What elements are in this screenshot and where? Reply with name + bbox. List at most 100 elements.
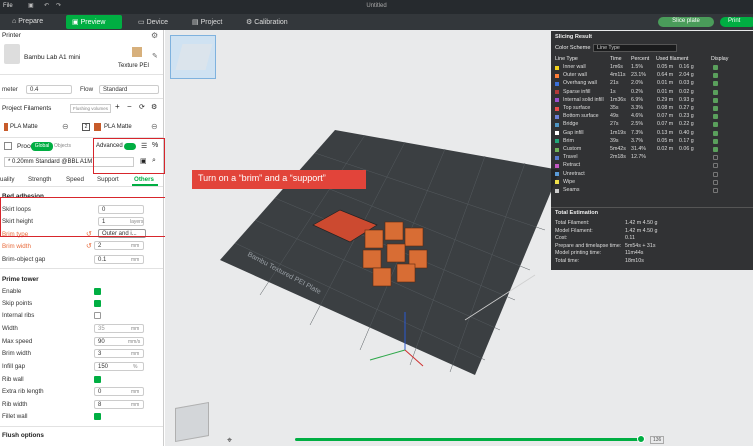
calibration-icon: ⚙ — [246, 19, 255, 26]
display-checkbox[interactable] — [713, 89, 718, 95]
sync-filament-icon[interactable]: ⟳ — [139, 103, 145, 111]
nozzle-diameter-select[interactable]: 0.4 — [26, 85, 72, 94]
line-type-row[interactable]: Retract — [551, 162, 753, 169]
line-type-row[interactable]: Sparse infill 1s 0.2% 0.01 m 0.02 g — [551, 89, 753, 96]
tab-prepare[interactable]: ⌂ Prepare — [6, 15, 49, 29]
objects-toggle[interactable]: Objects — [54, 143, 71, 149]
tab-preview[interactable]: ▣ Preview — [66, 15, 122, 29]
line-type-row[interactable]: Internal solid infill 1m36s 6.9% 0.29 m 0.93… — [551, 97, 753, 104]
main-tabs: ⌂ Prepare ▣ Preview ▭ Device ▤ Project ⚙… — [0, 14, 753, 30]
filament-settings-icon[interactable]: ⚙ — [151, 103, 157, 111]
row-time: 27s — [610, 121, 619, 128]
slicing-result-title: Slicing Result — [555, 34, 592, 40]
window-title: Untitled — [366, 3, 387, 9]
display-checkbox[interactable] — [713, 188, 718, 193]
estimation-key: Cost: — [555, 235, 568, 242]
row-name: Seams — [563, 187, 580, 193]
tab-strength[interactable]: Strength — [28, 176, 51, 183]
rib-wall-checkbox[interactable] — [94, 376, 101, 383]
row-wt: 0.23 g — [679, 113, 694, 120]
line-type-swatch — [555, 155, 559, 160]
display-checkbox[interactable] — [713, 65, 718, 70]
line-type-row[interactable]: Seams — [551, 187, 753, 194]
tab-project[interactable]: ▤ Project — [186, 15, 228, 29]
display-checkbox[interactable] — [713, 73, 718, 79]
global-toggle[interactable]: Global — [31, 142, 53, 151]
row-name: Wipe — [563, 178, 576, 185]
enable-label: Enable — [2, 288, 22, 295]
line-type-row[interactable]: Unretract — [551, 171, 753, 178]
line-type-row[interactable]: Custom 5m42s 31.4% 0.02 m 0.06 g — [551, 146, 753, 153]
line-type-row[interactable]: Top surface 35s 3.3% 0.08 m 0.27 g — [551, 105, 753, 112]
reset-icon[interactable]: ↺ — [86, 242, 92, 250]
tab-speed[interactable]: Speed — [66, 176, 84, 183]
tab-quality[interactable]: uality — [0, 176, 14, 183]
layer-slider-track[interactable] — [295, 438, 641, 441]
line-type-row[interactable]: Travel 2m18s 12.7% — [551, 154, 753, 161]
add-filament-icon[interactable]: + — [115, 102, 120, 111]
flow-select[interactable]: Standard — [99, 85, 159, 94]
color-scheme-select[interactable]: Line Type — [593, 44, 677, 52]
estimation-key: Total Filament: — [555, 220, 590, 226]
fillet-wall-checkbox[interactable] — [94, 413, 101, 420]
line-type-swatch — [555, 114, 559, 119]
tab-device[interactable]: ▭ Device — [132, 15, 174, 29]
display-checkbox[interactable] — [713, 122, 718, 128]
layer-slider-handle[interactable] — [637, 435, 645, 443]
line-type-row[interactable]: Outer wall 4m11s 23.1% 0.64 m 2.04 g — [551, 72, 753, 79]
display-checkbox[interactable] — [713, 81, 718, 87]
view-cube[interactable] — [175, 402, 209, 442]
edit-icon[interactable]: ✎ — [152, 52, 158, 60]
estimation-value: 5m54s + 31s — [625, 242, 656, 249]
skip-points-label: Skip points — [2, 300, 33, 307]
display-checkbox[interactable] — [713, 97, 718, 103]
flushing-volumes-button[interactable]: Flushing volumes — [70, 104, 112, 113]
row-pct: 12.7% — [631, 154, 647, 161]
tab-calibration[interactable]: ⚙ Calibration — [240, 15, 294, 29]
internal-ribs-checkbox[interactable] — [94, 312, 101, 319]
display-checkbox[interactable] — [713, 114, 718, 120]
project-icon: ▤ — [192, 19, 201, 26]
line-type-row[interactable]: Overhang wall 21s 2.0% 0.01 m 0.03 g — [551, 80, 753, 87]
display-checkbox[interactable] — [713, 155, 718, 161]
camera-icon[interactable]: ⌖ — [227, 435, 232, 446]
row-wt: 0.27 g — [679, 105, 694, 111]
printer-thumbnail — [4, 44, 20, 64]
skip-points-checkbox[interactable] — [94, 300, 101, 307]
line-type-row[interactable]: Brim 39s 3.7% 0.05 m 0.17 g — [551, 138, 753, 145]
plate-type[interactable]: Texture PEI — [118, 63, 149, 69]
display-checkbox[interactable] — [713, 163, 718, 169]
remove-filament-icon[interactable]: − — [127, 102, 132, 111]
printer-name[interactable]: Bambu Lab A1 mini — [24, 54, 80, 61]
estimation-value: 0.11 — [625, 235, 635, 242]
tab-others[interactable]: Others — [134, 176, 154, 183]
filament-1-name[interactable]: PLA Matte — [10, 124, 38, 130]
gear-icon[interactable]: ⚙ — [151, 31, 158, 40]
enable-checkbox[interactable] — [94, 288, 101, 295]
row-wt: 0.16 g — [679, 64, 694, 70]
display-checkbox[interactable] — [713, 147, 718, 152]
row-wt: 0.93 g — [679, 96, 694, 103]
line-type-swatch — [555, 106, 559, 111]
line-type-row[interactable]: Gap infill 1m19s 7.3% 0.13 m 0.40 g — [551, 130, 753, 137]
filament-2-remove-icon[interactable]: ⊖ — [151, 122, 158, 131]
line-type-row[interactable]: Bridge 27s 2.5% 0.07 m 0.22 g — [551, 121, 753, 128]
display-checkbox[interactable] — [713, 179, 718, 185]
print-button[interactable]: Print — [720, 17, 753, 27]
tab-support[interactable]: Support — [97, 176, 119, 183]
filament-2-name[interactable]: PLA Matte — [104, 124, 132, 130]
line-type-row[interactable]: Wipe — [551, 179, 753, 186]
display-checkbox[interactable] — [713, 138, 718, 144]
line-type-row[interactable]: Inner wall 1m6s 1.5% 0.05 m 0.16 g — [551, 64, 753, 71]
max-speed-label: Max speed — [2, 338, 33, 345]
preview-icon: ▣ — [72, 19, 81, 26]
row-name: Top surface — [563, 105, 591, 111]
display-checkbox[interactable] — [713, 171, 718, 177]
line-type-row[interactable]: Bottom surface 49s 4.6% 0.07 m 0.23 g — [551, 113, 753, 120]
row-time: 35s — [610, 105, 619, 111]
filament-1-remove-icon[interactable]: ⊖ — [62, 122, 69, 131]
slice-plate-button[interactable]: Slice plate — [658, 17, 714, 27]
row-len: 0.01 m — [657, 88, 674, 95]
display-checkbox[interactable] — [713, 106, 718, 111]
display-checkbox[interactable] — [713, 130, 718, 136]
